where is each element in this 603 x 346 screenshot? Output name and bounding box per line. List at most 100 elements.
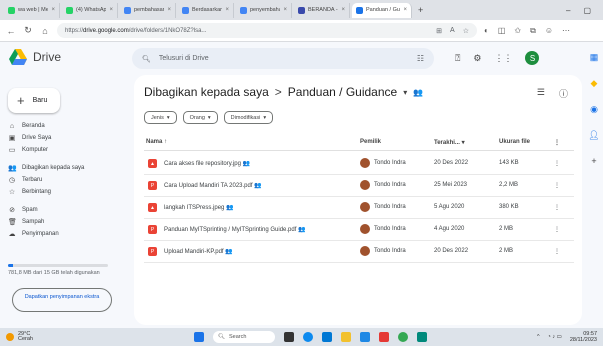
chevron-down-icon[interactable]: ▾: [403, 88, 407, 97]
browser-tab[interactable]: BERANDA - Pe×: [294, 2, 350, 18]
contacts-icon[interactable]: 👤︎: [588, 130, 599, 141]
app-red-icon[interactable]: [379, 332, 389, 342]
more-actions-icon[interactable]: ⋮: [554, 248, 560, 255]
app-teal-icon[interactable]: [417, 332, 427, 342]
reload-icon[interactable]: ↻: [23, 25, 33, 36]
profile-icon[interactable]: ☺: [545, 26, 553, 36]
read-aloud-icon[interactable]: A: [450, 27, 455, 35]
chrome-icon[interactable]: [398, 332, 408, 342]
favorite-icon[interactable]: ☆: [463, 27, 469, 35]
close-icon[interactable]: ×: [341, 7, 345, 13]
filter-chip[interactable]: Jenis ▾: [144, 111, 177, 124]
table-row[interactable]: P Panduan MyITSprinting / MyITSprinting …: [144, 219, 574, 241]
url-field[interactable]: https://drive.google.com/drive/folders/1…: [57, 23, 477, 38]
tab-favicon-icon: [356, 6, 363, 14]
get-more-storage-button[interactable]: Dapatkan penyimpanan ekstra: [12, 288, 112, 312]
browser-tab[interactable]: pembahasan ×: [120, 2, 176, 18]
col-more-icon[interactable]: ⋮: [554, 139, 560, 146]
favorites-icon[interactable]: ✩: [514, 26, 521, 36]
sidebar-item[interactable]: 👥 Dibagikan kepada saya: [0, 162, 128, 174]
tab-label: pembahasan: [134, 7, 165, 13]
close-icon[interactable]: ×: [403, 7, 407, 13]
windows-start-icon[interactable]: [194, 332, 204, 342]
more-actions-icon[interactable]: ⋮: [554, 182, 560, 189]
new-tab-icon[interactable]: +: [418, 5, 423, 15]
more-actions-icon[interactable]: ⋮: [554, 160, 560, 167]
table-row[interactable]: ▲ langkah ITSPress.jpeg 👥 Tondo Indra 5 …: [144, 197, 574, 219]
split-icon[interactable]: ◫: [498, 26, 506, 36]
table-row[interactable]: ▲ Cara akses file repository.jpg 👥 Tondo…: [144, 153, 574, 175]
file-name: Cara akses file repository.jpg 👥: [164, 161, 251, 167]
filter-chip[interactable]: Dimodifikasi ▾: [223, 111, 274, 124]
store-icon[interactable]: [322, 332, 332, 342]
close-icon[interactable]: ×: [225, 7, 229, 13]
filter-chip[interactable]: Orang ▾: [182, 111, 218, 124]
system-tray: ^ ◔ ♪ ▭ 09:57 28/11/2023: [537, 331, 597, 343]
back-icon[interactable]: ←: [6, 26, 16, 36]
edge-icon[interactable]: [303, 332, 313, 342]
info-icon[interactable]: ⓘ: [559, 87, 568, 100]
new-button[interactable]: + Baru: [8, 88, 60, 113]
file-size: 380 KB: [499, 204, 519, 210]
browser-tab[interactable]: (4) WhatsApp ×: [62, 2, 118, 18]
apps-grid-icon[interactable]: ⋮⋮: [494, 53, 512, 64]
file-name: Upload Mandiri-KP.pdf 👥: [164, 249, 233, 255]
help-icon[interactable]: ⍰: [455, 53, 460, 64]
sidebar-item[interactable]: ☆ Berbintang: [0, 186, 128, 198]
search-input[interactable]: 🔍︎ Telusuri di Drive ☷: [132, 48, 434, 69]
add-addon-icon[interactable]: +: [591, 156, 596, 166]
close-icon[interactable]: ×: [283, 7, 287, 13]
sidebar-item[interactable]: ▣ Drive Saya: [0, 132, 128, 144]
browser-tab[interactable]: penyembahan×: [236, 2, 292, 18]
table-row[interactable]: P Upload Mandiri-KP.pdf 👥 Tondo Indra 20…: [144, 241, 574, 263]
sort-arrow-icon[interactable]: ↑: [164, 139, 167, 145]
tasks-icon[interactable]: ◉: [590, 104, 598, 115]
minimize-icon[interactable]: –: [566, 6, 570, 15]
extension-icon[interactable]: ◐: [484, 26, 489, 36]
maximize-icon[interactable]: ▢: [583, 6, 591, 15]
explorer-icon[interactable]: [341, 332, 351, 342]
col-size[interactable]: Ukuran file: [499, 139, 530, 145]
wifi-icon[interactable]: ◔ ♪ ▭: [548, 334, 562, 340]
sidebar-item[interactable]: 🗑 Sampah: [0, 216, 128, 228]
close-icon[interactable]: ×: [167, 7, 171, 13]
col-owner[interactable]: Pemilik: [360, 139, 381, 145]
sidebar-item[interactable]: ☁ Penyimpanan: [0, 228, 128, 240]
app-icon[interactable]: ⊞: [436, 27, 442, 35]
close-icon[interactable]: ×: [109, 7, 113, 13]
sidebar-item[interactable]: ◷ Terbaru: [0, 174, 128, 186]
weather-widget[interactable]: 29°C Cerah: [6, 331, 33, 343]
list-view-icon[interactable]: ☰: [537, 87, 545, 100]
browser-tab[interactable]: wa web | Me ×: [4, 2, 60, 18]
close-icon[interactable]: ×: [51, 7, 55, 13]
file-name: Panduan MyITSprinting / MyITSprinting Gu…: [164, 227, 306, 233]
keep-icon[interactable]: ◆: [591, 78, 598, 89]
search-icon[interactable]: 🔍︎: [142, 55, 151, 63]
browser-tab[interactable]: Berdasarkan ×: [178, 2, 234, 18]
taskview-icon[interactable]: [284, 332, 294, 342]
account-avatar[interactable]: S: [525, 51, 540, 65]
tray-chevron-icon[interactable]: ^: [537, 334, 540, 340]
breadcrumb-root[interactable]: Dibagikan kepada saya: [144, 85, 269, 99]
sidebar-item[interactable]: ▭ Komputer: [0, 144, 128, 156]
search-options-icon[interactable]: ☷: [417, 54, 424, 63]
drive-logo[interactable]: Drive: [9, 49, 61, 65]
drive-title: Drive: [33, 50, 62, 64]
collections-icon[interactable]: ⧉: [530, 26, 536, 36]
calendar-icon[interactable]: ▦: [590, 52, 599, 63]
settings-icon[interactable]: ⚙: [473, 53, 481, 64]
breadcrumb-current[interactable]: Panduan / Guidance: [288, 85, 397, 99]
sidebar-item[interactable]: ⌂ Beranda: [0, 120, 128, 132]
col-modified[interactable]: Terakhi... ▾: [434, 139, 465, 146]
more-actions-icon[interactable]: ⋮: [554, 204, 560, 211]
col-name[interactable]: Nama ↑: [146, 139, 167, 145]
browser-tab[interactable]: Panduan / Gui ×: [352, 2, 412, 18]
taskbar-search[interactable]: 🔍︎ Search: [213, 331, 275, 343]
app-blue-icon[interactable]: [360, 332, 370, 342]
table-row[interactable]: P Cara Upload Mandiri TA 2023.pdf 👥 Tond…: [144, 175, 574, 197]
sidebar-item[interactable]: ⊘ Spam: [0, 204, 128, 216]
sidebar-item-icon: ▭: [8, 147, 16, 154]
more-icon[interactable]: ⋯: [562, 26, 570, 36]
more-actions-icon[interactable]: ⋮: [554, 226, 560, 233]
home-icon[interactable]: ⌂: [40, 26, 50, 36]
